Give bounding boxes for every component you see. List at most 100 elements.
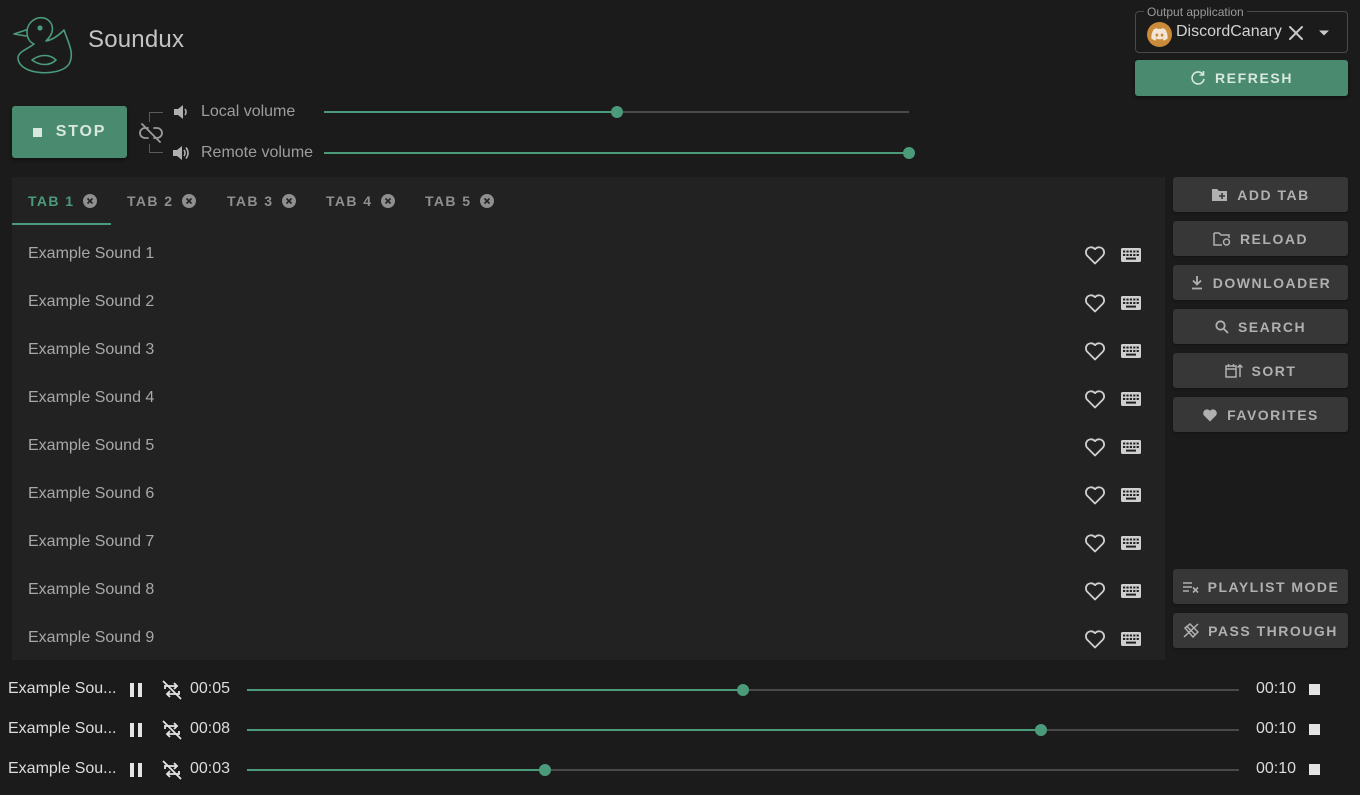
playing-seek-fill — [247, 689, 743, 691]
playlist-mode-label: PLAYLIST MODE — [1207, 578, 1340, 595]
tab-1[interactable]: TAB 1 — [28, 177, 98, 225]
stop-icon[interactable] — [1309, 764, 1320, 775]
tab-label: TAB 5 — [425, 193, 472, 209]
volume-icon — [174, 105, 187, 119]
sound-item[interactable]: Example Sound 1 — [12, 231, 1165, 279]
favorites-button[interactable]: FAVORITES — [1173, 397, 1348, 432]
keyboard-icon[interactable] — [1120, 631, 1142, 647]
search-button[interactable]: SEARCH — [1173, 309, 1348, 344]
sound-item[interactable]: Example Sound 3 — [12, 327, 1165, 375]
sound-item[interactable]: Example Sound 7 — [12, 519, 1165, 567]
heart-outline-icon[interactable] — [1084, 485, 1106, 505]
playing-seek-thumb[interactable] — [1034, 724, 1047, 736]
pause-icon[interactable] — [129, 762, 143, 778]
keyboard-icon[interactable] — [1120, 439, 1142, 455]
playing-seek-fill — [247, 769, 545, 771]
stop-icon[interactable] — [1309, 684, 1320, 695]
sound-item[interactable]: Example Sound 9 — [12, 615, 1165, 660]
add-tab-label: ADD TAB — [1237, 186, 1310, 203]
tab-label: TAB 3 — [227, 193, 274, 209]
heart-outline-icon[interactable] — [1084, 341, 1106, 361]
playing-seek-slider[interactable] — [247, 724, 1239, 736]
output-application-label: Output application — [1144, 6, 1247, 18]
playing-total-time: 00:10 — [1256, 680, 1297, 697]
discord-icon — [1147, 22, 1172, 47]
heart-outline-icon[interactable] — [1084, 389, 1106, 409]
repeat-off-icon[interactable] — [161, 719, 183, 741]
sound-name: Example Sound 5 — [28, 437, 155, 454]
sound-name: Example Sound 3 — [28, 341, 155, 358]
tab-2[interactable]: TAB 2 — [127, 177, 197, 225]
heart-outline-icon[interactable] — [1084, 293, 1106, 313]
repeat-off-icon[interactable] — [161, 759, 183, 781]
sort-button[interactable]: SORT — [1173, 353, 1348, 388]
keyboard-icon[interactable] — [1120, 391, 1142, 407]
pause-icon[interactable] — [129, 722, 143, 738]
keyboard-icon[interactable] — [1120, 535, 1142, 551]
close-circle-icon[interactable] — [480, 194, 495, 208]
heart-outline-icon[interactable] — [1084, 629, 1106, 649]
heart-outline-icon[interactable] — [1084, 245, 1106, 265]
tab-5[interactable]: TAB 5 — [425, 177, 495, 225]
active-tab-indicator — [12, 223, 111, 225]
playing-seek-fill — [247, 729, 1041, 731]
remote-volume-thumb[interactable] — [903, 147, 915, 159]
playing-seek-slider[interactable] — [247, 764, 1239, 776]
close-circle-icon[interactable] — [282, 194, 297, 208]
keyboard-icon[interactable] — [1120, 295, 1142, 311]
keyboard-icon[interactable] — [1120, 343, 1142, 359]
keyboard-icon[interactable] — [1120, 487, 1142, 503]
playlist-mode-button[interactable]: PLAYLIST MODE — [1173, 569, 1348, 604]
add-tab-button[interactable]: ADD TAB — [1173, 177, 1348, 212]
playing-seek-thumb[interactable] — [538, 764, 551, 776]
download-icon — [1191, 276, 1202, 290]
stop-all-button[interactable]: STOP — [12, 106, 127, 158]
tab-4[interactable]: TAB 4 — [326, 177, 396, 225]
sound-item[interactable]: Example Sound 4 — [12, 375, 1165, 423]
duck-logo — [13, 16, 73, 74]
tab-3[interactable]: TAB 3 — [227, 177, 297, 225]
sound-item[interactable]: Example Sound 5 — [12, 423, 1165, 471]
reload-label: RELOAD — [1239, 230, 1309, 247]
stop-icon — [32, 127, 42, 137]
local-volume-slider[interactable] — [324, 106, 909, 118]
chevron-down-icon[interactable] — [1317, 26, 1331, 40]
close-circle-icon[interactable] — [83, 194, 98, 208]
playing-seek-thumb[interactable] — [737, 684, 749, 696]
sound-item[interactable]: Example Sound 6 — [12, 471, 1165, 519]
sort-calendar-icon — [1224, 363, 1243, 378]
keyboard-icon[interactable] — [1120, 583, 1142, 599]
stop-icon[interactable] — [1309, 724, 1320, 735]
pass-through-button[interactable]: PASS THROUGH — [1173, 613, 1348, 648]
pause-icon[interactable] — [129, 682, 143, 698]
search-icon — [1215, 319, 1229, 334]
downloader-button[interactable]: DOWNLOADER — [1173, 265, 1348, 300]
repeat-off-icon[interactable] — [161, 679, 183, 701]
heart-outline-icon[interactable] — [1084, 437, 1106, 457]
local-volume-fill — [324, 111, 617, 113]
sound-name: Example Sound 1 — [28, 245, 155, 262]
refresh-label: REFRESH — [1214, 70, 1294, 86]
refresh-button[interactable]: REFRESH — [1135, 60, 1348, 96]
sound-item[interactable]: Example Sound 2 — [12, 279, 1165, 327]
keyboard-icon[interactable] — [1120, 247, 1142, 263]
close-circle-icon[interactable] — [381, 194, 396, 208]
heart-outline-icon[interactable] — [1084, 581, 1106, 601]
favorites-label: FAVORITES — [1227, 406, 1319, 423]
local-volume-thumb[interactable] — [610, 106, 623, 118]
playing-total-time: 00:10 — [1256, 720, 1297, 737]
close-icon[interactable] — [1287, 24, 1305, 42]
remote-volume-slider[interactable] — [324, 147, 915, 159]
link-off-icon[interactable] — [139, 122, 163, 144]
heart-outline-icon[interactable] — [1084, 533, 1106, 553]
close-circle-icon[interactable] — [182, 194, 197, 208]
sound-name: Example Sound 8 — [28, 581, 155, 598]
playing-seek-slider[interactable] — [247, 684, 1239, 696]
sound-name: Example Sound 9 — [28, 629, 155, 646]
sound-name: Example Sound 2 — [28, 293, 155, 310]
sound-item[interactable]: Example Sound 8 — [12, 567, 1165, 615]
sound-name: Example Sound 7 — [28, 533, 155, 550]
output-application-select[interactable]: Output application DiscordCanary — [1135, 6, 1348, 53]
app-title: Soundux — [88, 26, 185, 53]
reload-button[interactable]: RELOAD — [1173, 221, 1348, 256]
